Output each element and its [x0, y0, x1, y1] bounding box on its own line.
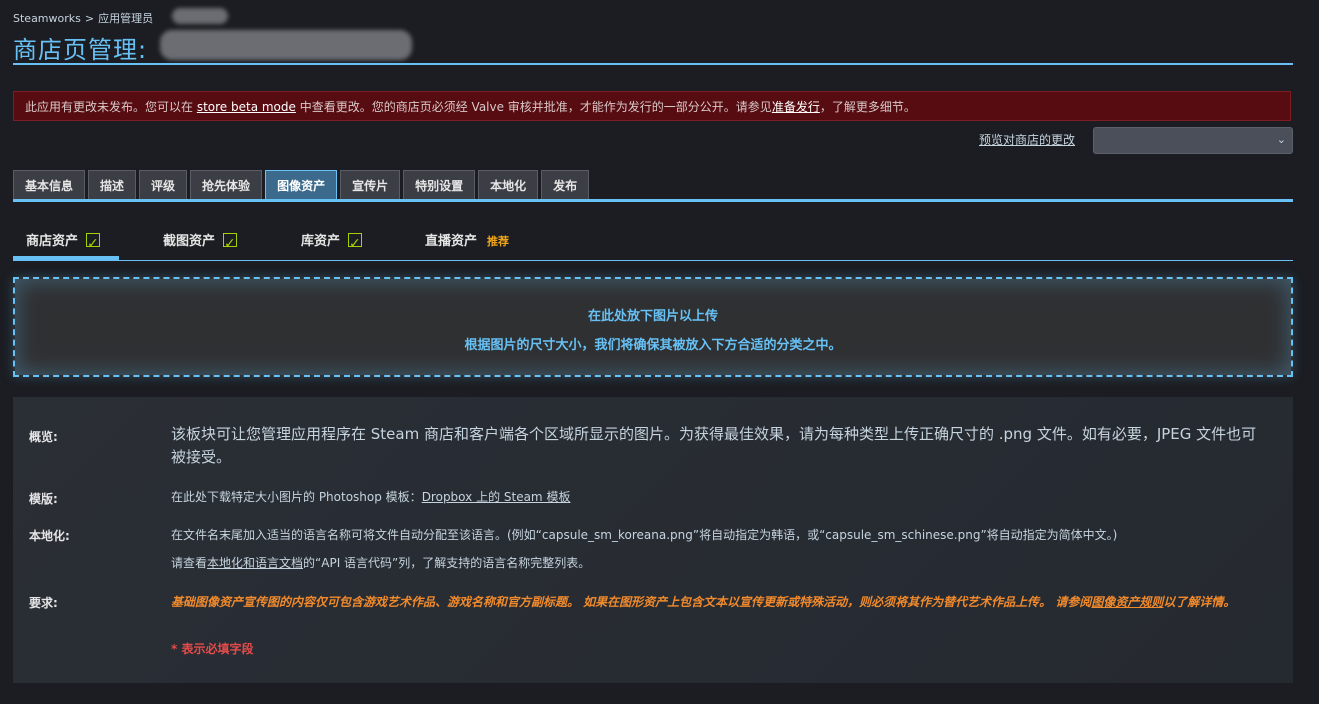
dropzone-title: 在此处放下图片以上传	[587, 309, 718, 324]
overview-label: 概览:	[29, 430, 58, 444]
subtab-library-assets[interactable]: 库资产	[301, 226, 363, 260]
checkbox-checked-icon	[348, 228, 363, 260]
warning-text-start: 此应用有更改未发布。您可以在	[25, 100, 197, 114]
tab-special-settings[interactable]: 特别设置	[403, 170, 476, 200]
requirements-label: 要求:	[29, 596, 58, 610]
localization-text: 在文件名末尾加入适当的语言名称可将文件自动分配至该语言。(例如“capsule_…	[171, 528, 1118, 542]
subtab-broadcast-assets[interactable]: 直播资产 推荐	[425, 226, 509, 260]
tab-description[interactable]: 描述	[88, 170, 137, 200]
localization-docs-link[interactable]: 本地化和语言文档	[207, 556, 303, 570]
overview-text: 该板块可让您管理应用程序在 Steam 商店和客户端各个区域所显示的图片。为获得…	[171, 425, 1257, 466]
localization-doc-suffix: 的“API 语言代码”列，了解支持的语言名称完整列表。	[303, 556, 591, 570]
prepare-release-link[interactable]: 准备发行	[772, 100, 820, 114]
main-tabs: 基本信息 描述 评级 抢先体验 图像资产 宣传片 特别设置 本地化 发布	[13, 170, 590, 200]
subtab-store-assets[interactable]: 商店资产	[13, 226, 119, 260]
localization-doc-text: 请查看本地化和语言文档的“API 语言代码”列，了解支持的语言名称完整列表。	[171, 555, 1261, 572]
breadcrumb-separator: >	[84, 12, 95, 25]
localization-doc-prefix: 请查看	[171, 556, 208, 570]
dropzone-subtitle: 根据图片的尺寸大小，我们将确保其被放入下方合适的分类之中。	[464, 338, 842, 353]
requirements-text: 基础图像资产宣传图的内容仅可包含游戏艺术作品、游戏名称和官方副标题。 如果在图形…	[171, 592, 1261, 612]
title-divider	[13, 63, 1293, 65]
subtab-label: 截图资产	[163, 234, 216, 249]
unpublished-changes-banner: 此应用有更改未发布。您可以在 store beta mode 中查看更改。您的商…	[13, 91, 1291, 121]
asset-subtabs: 商店资产 截图资产 库资产 直播资产推荐	[13, 226, 1293, 261]
tab-early-access[interactable]: 抢先体验	[190, 170, 263, 200]
required-fields-note: * 表示必填字段	[171, 642, 254, 656]
tab-trailers[interactable]: 宣传片	[340, 170, 401, 200]
preview-select[interactable]: ⌄	[1093, 127, 1293, 154]
store-beta-mode-link[interactable]: store beta mode	[197, 100, 296, 114]
image-upload-dropzone[interactable]: 在此处放下图片以上传 根据图片的尺寸大小，我们将确保其被放入下方合适的分类之中。	[13, 277, 1293, 377]
template-description: 在此处下载特定大小图片的 Photoshop 模板：	[171, 490, 422, 504]
subtab-screenshot-assets[interactable]: 截图资产	[163, 226, 238, 260]
page-title: 商店页管理:	[13, 36, 148, 64]
info-panel: 概览: 该板块可让您管理应用程序在 Steam 商店和客户端各个区域所显示的图片…	[13, 397, 1293, 683]
requirements-text-start: 基础图像资产宣传图的内容仅可包含游戏艺术作品、游戏名称和官方副标题。 如果在图形…	[171, 595, 1092, 609]
subtab-label: 库资产	[301, 234, 341, 249]
tabs-divider	[13, 199, 1293, 202]
chevron-down-icon: ⌄	[1276, 133, 1286, 146]
graphical-asset-rules-link[interactable]: 图像资产规则	[1091, 595, 1163, 609]
requirements-text-end: 以了解详情。	[1163, 595, 1236, 609]
recommended-badge: 推荐	[487, 235, 510, 248]
warning-text-end: ，了解更多细节。	[819, 100, 916, 114]
template-text: 在此处下载特定大小图片的 Photoshop 模板：Dropbox 上的 Ste…	[171, 489, 1261, 506]
tab-publish[interactable]: 发布	[541, 170, 590, 200]
dropbox-templates-link[interactable]: Dropbox 上的 Steam 模板	[422, 490, 571, 504]
breadcrumb: Steamworks > 应用管理员	[13, 10, 153, 26]
tab-localization[interactable]: 本地化	[478, 170, 539, 200]
tab-basic-info[interactable]: 基本信息	[13, 170, 86, 200]
warning-text-middle: 中查看更改。您的商店页必须经 Valve 审核并批准，才能作为发行的一部分公开。…	[295, 100, 772, 114]
checkbox-checked-icon	[86, 228, 101, 260]
breadcrumb-section[interactable]: 应用管理员	[98, 12, 153, 25]
preview-store-changes-link[interactable]: 预览对商店的更改	[979, 131, 1075, 148]
checkbox-checked-icon	[223, 228, 238, 260]
breadcrumb-root[interactable]: Steamworks	[13, 12, 81, 25]
localization-label: 本地化:	[29, 529, 70, 543]
tab-graphical-assets[interactable]: 图像资产	[265, 170, 338, 200]
redacted-app-name-small	[172, 8, 228, 24]
template-label: 模版:	[29, 492, 58, 506]
subtab-label: 直播资产	[425, 234, 478, 249]
subtab-label: 商店资产	[26, 234, 79, 249]
tab-rating[interactable]: 评级	[139, 170, 188, 200]
redacted-app-name	[160, 30, 412, 60]
